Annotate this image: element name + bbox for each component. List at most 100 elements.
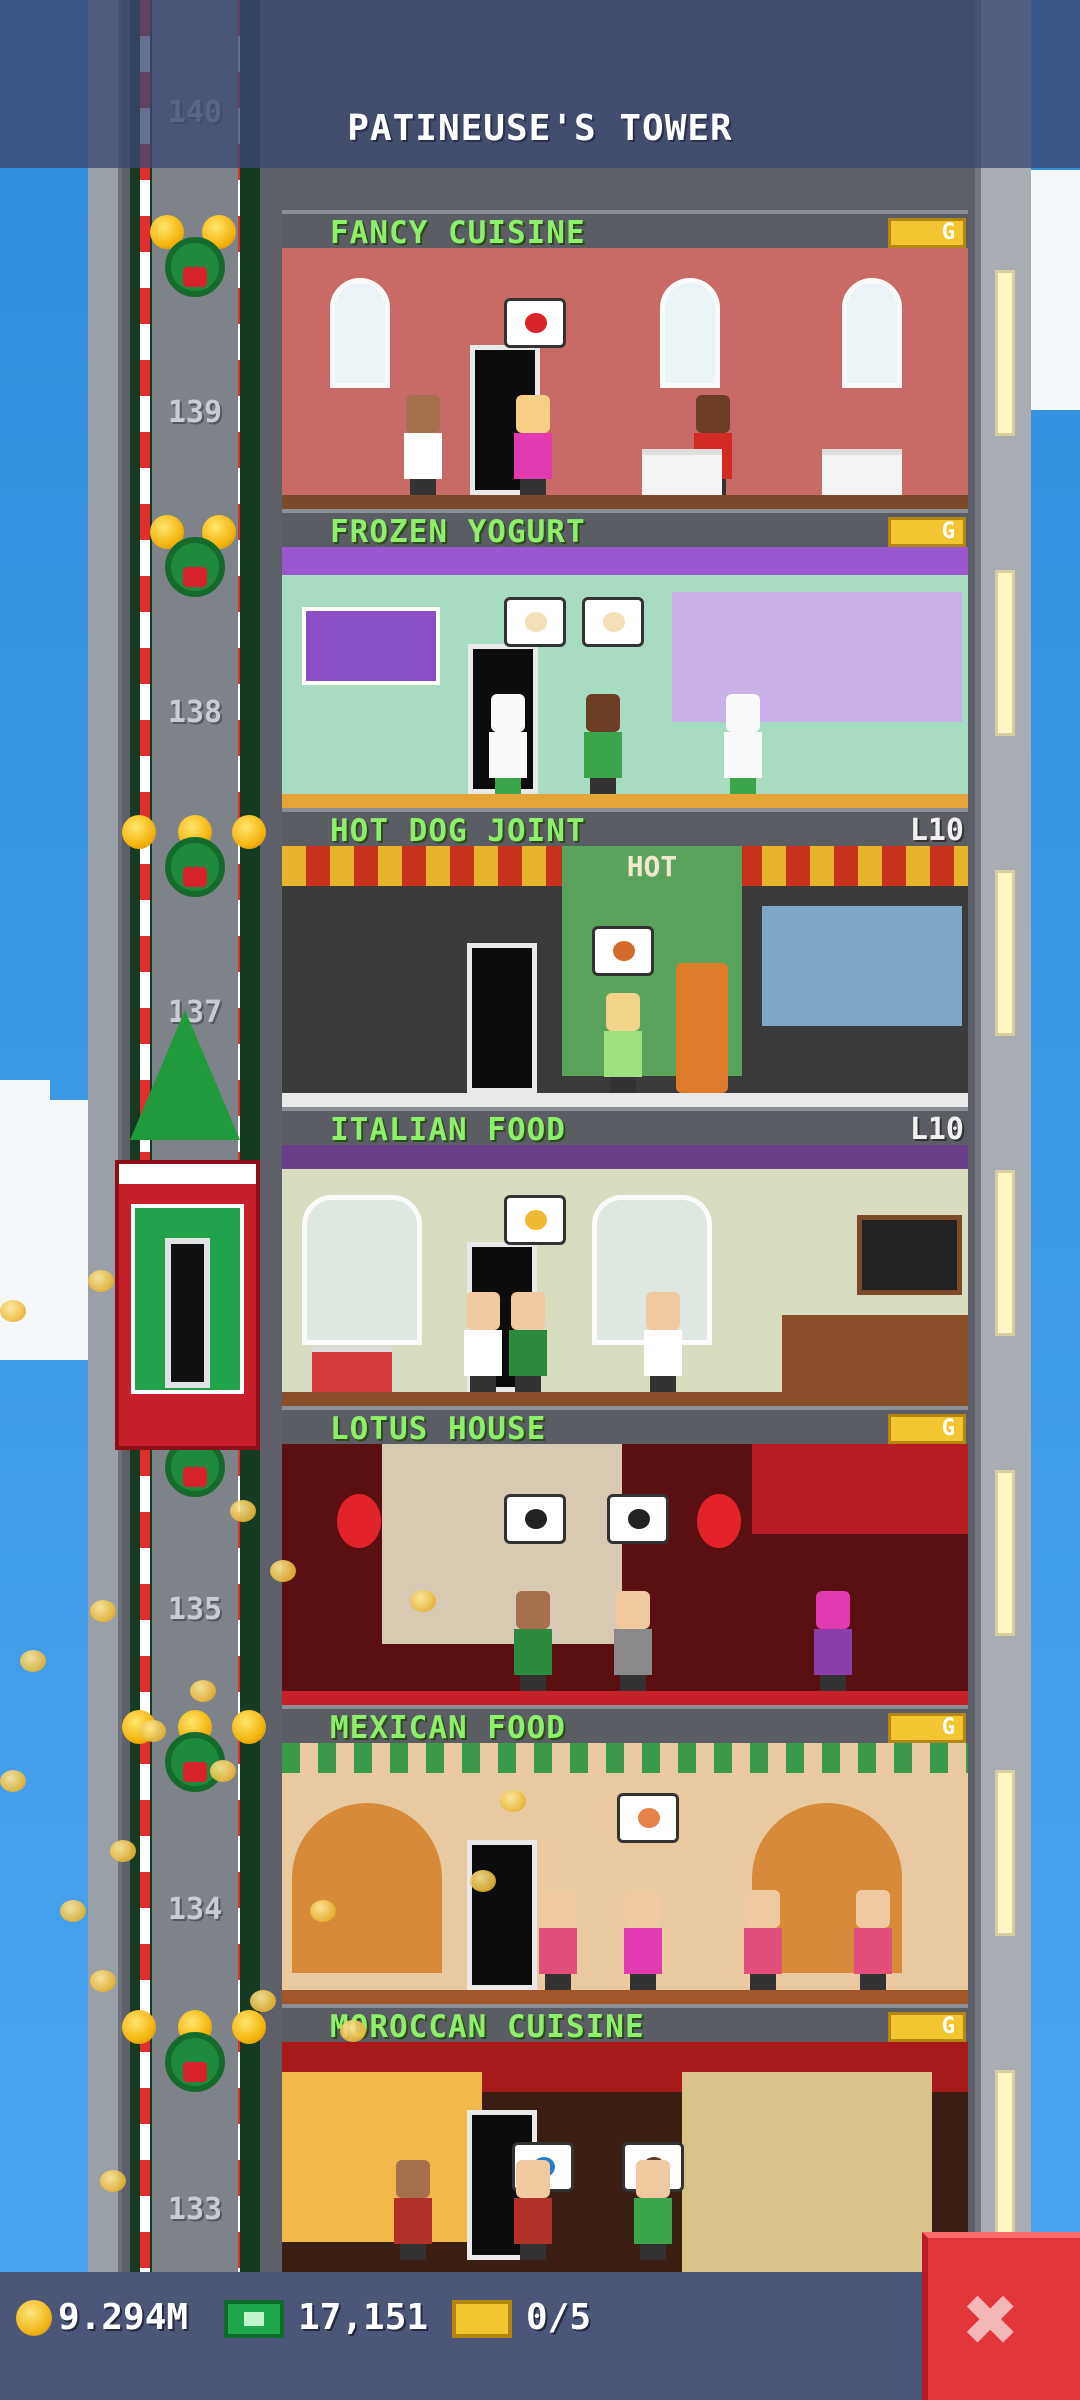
floor-room	[282, 1145, 968, 1406]
wreath-decoration	[122, 815, 266, 915]
floor-moroccan-cuisine[interactable]: MOROCCAN CUISINE G	[282, 2004, 968, 2274]
flying-coin	[310, 1900, 336, 1922]
window	[842, 278, 902, 388]
flying-coin	[0, 1300, 26, 1322]
speech-bubble	[617, 1793, 679, 1843]
customer[interactable]	[622, 1890, 664, 1990]
bitizen-worker[interactable]	[812, 1591, 854, 1691]
customer[interactable]	[402, 395, 444, 495]
flying-coin	[88, 1270, 114, 1292]
customer[interactable]	[632, 2160, 674, 2260]
tower-right-pillar	[975, 0, 1031, 2280]
floor-name: ITALIAN FOOD	[330, 1112, 566, 1148]
paper-lantern	[697, 1494, 741, 1548]
coin-ready-badge[interactable]: G	[888, 218, 966, 248]
floor-frozen-yogurt[interactable]: FROZEN YOGURT G	[282, 509, 968, 808]
floor-label-bar: MOROCCAN CUISINE G	[282, 2004, 968, 2045]
elevator-car[interactable]	[115, 1160, 260, 1450]
floor-room	[282, 248, 968, 509]
sombrero-worker[interactable]	[537, 1890, 579, 1990]
fez-worker[interactable]	[512, 2160, 554, 2260]
customer[interactable]	[612, 1591, 654, 1691]
dining-table	[822, 449, 902, 495]
floor-number: 133	[167, 2192, 223, 2227]
floor-hot-dog-joint[interactable]: HOT DOG JOINT L10 HOT	[282, 808, 968, 1107]
shaft-core	[152, 0, 238, 2280]
flying-coin	[230, 1500, 256, 1522]
window	[660, 278, 720, 388]
floor-mexican-food[interactable]: MEXICAN FOOD G	[282, 1705, 968, 2004]
floor-lotus-house[interactable]: LOTUS HOUSE G	[282, 1406, 968, 1705]
close-button[interactable]: ✖	[922, 2232, 1080, 2400]
flying-coin	[100, 2170, 126, 2192]
bux-balance: 17,151	[298, 2297, 429, 2338]
floor-room	[282, 1444, 968, 1705]
bitizen-worker[interactable]	[582, 694, 624, 794]
coin-ready-badge[interactable]: G	[888, 1414, 966, 1444]
hot-dog-mascot-worker[interactable]	[672, 963, 732, 1093]
flying-coin	[270, 1560, 296, 1582]
floor-number: 138	[167, 695, 223, 730]
fez-worker[interactable]	[392, 2160, 434, 2260]
speech-bubble	[607, 1494, 669, 1544]
wreath-decoration	[150, 215, 240, 315]
floor-door	[467, 1840, 537, 1990]
floor-room: HOT	[282, 846, 968, 1107]
golden-wall	[282, 2072, 482, 2242]
close-icon: ✖	[964, 2266, 1020, 2373]
coin-ready-badge[interactable]: G	[888, 1713, 966, 1743]
floor-fancy-cuisine[interactable]: FANCY CUISINE G	[282, 210, 968, 509]
elevator-snow-roof	[119, 1164, 256, 1184]
grape-vine	[282, 1145, 968, 1169]
flying-coin	[110, 1840, 136, 1862]
snowman-customer[interactable]	[487, 694, 529, 794]
shop-window	[762, 906, 962, 1026]
coin-ready-badge[interactable]: G	[888, 517, 966, 547]
sombrero-worker[interactable]	[852, 1890, 894, 1990]
floor-ground	[282, 1990, 968, 2004]
arched-window	[302, 1195, 422, 1345]
customer[interactable]	[507, 1292, 549, 1392]
coin-balance: 9.294M	[58, 2297, 189, 2338]
bitizen-worker[interactable]	[642, 1292, 684, 1392]
flying-coin	[500, 1790, 526, 1812]
flying-coin	[190, 1680, 216, 1702]
coin-ready-badge[interactable]: G	[888, 2012, 966, 2042]
counter	[782, 1315, 968, 1392]
snowman-worker[interactable]	[722, 694, 764, 794]
customer[interactable]	[512, 1591, 554, 1691]
wreath-decoration	[150, 515, 240, 615]
bitizen-worker[interactable]	[462, 1292, 504, 1392]
floor-italian-food[interactable]: ITALIAN FOOD L10	[282, 1107, 968, 1406]
tower-left-pillar	[88, 0, 122, 2280]
dining-table	[642, 449, 722, 495]
coin-icon	[16, 2300, 52, 2336]
floor-name: FROZEN YOGURT	[330, 514, 586, 550]
golden-ticket-icon	[452, 2300, 512, 2338]
floor-ground	[282, 794, 968, 808]
calligraphy-wall	[382, 1444, 622, 1644]
floor-label-bar: HOT DOG JOINT L10	[282, 808, 968, 849]
pillar-lamp	[995, 1170, 1015, 1336]
customer[interactable]	[602, 993, 644, 1093]
pillar-lamp	[995, 570, 1015, 736]
flying-coin	[470, 1870, 496, 1892]
floor-room	[282, 1743, 968, 2004]
floor-label-bar: FROZEN YOGURT G	[282, 509, 968, 550]
pillar-lamp	[995, 2070, 1015, 2236]
floor-number: 139	[167, 395, 223, 430]
flying-coin	[410, 1590, 436, 1612]
tower-title: PATINEUSE'S TOWER	[347, 108, 733, 149]
flying-coin	[210, 1760, 236, 1782]
elevator-door	[165, 1238, 210, 1388]
floor-level: L10	[909, 813, 964, 848]
customer[interactable]	[512, 395, 554, 495]
wreath-decoration	[122, 2010, 266, 2110]
floor-label-bar: LOTUS HOUSE G	[282, 1406, 968, 1447]
speech-bubble	[582, 597, 644, 647]
floor-name: HOT DOG JOINT	[330, 813, 586, 849]
floor-level: L10	[909, 1112, 964, 1147]
sombrero-worker[interactable]	[742, 1890, 784, 1990]
tower-header: PATINEUSE'S TOWER	[0, 0, 1080, 168]
speech-bubble	[504, 1494, 566, 1544]
